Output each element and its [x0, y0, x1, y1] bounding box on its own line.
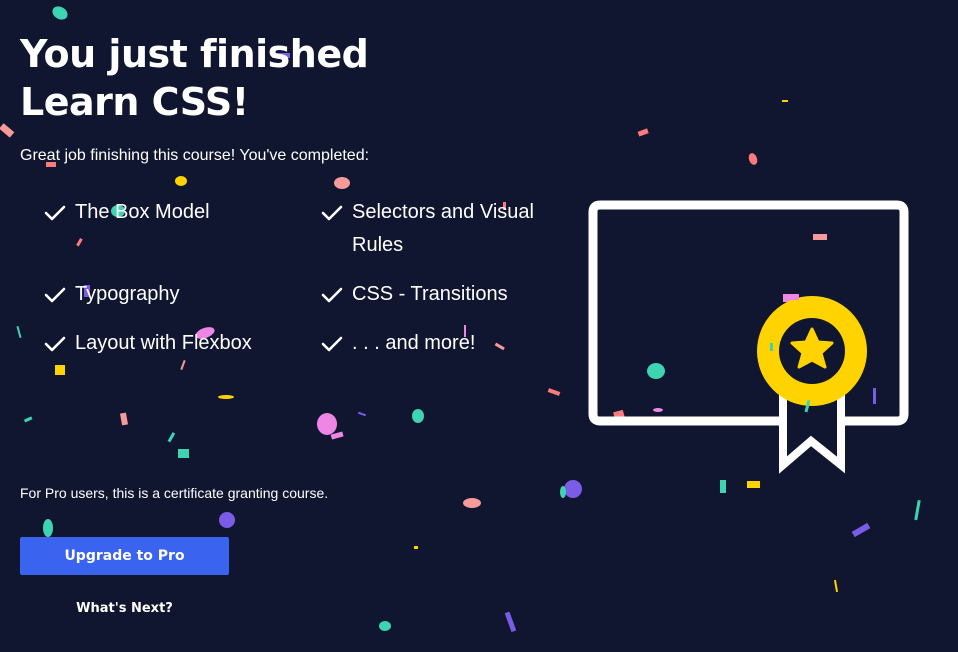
check-icon — [44, 327, 68, 360]
award-ribbon-icon — [757, 296, 867, 474]
page-title-line-2: Learn CSS! — [20, 80, 249, 124]
upgrade-to-pro-button[interactable]: Upgrade to Pro — [20, 537, 229, 575]
completed-topic-item: Layout with Flexbox — [44, 327, 321, 360]
completed-topic-item: Selectors and Visual Rules — [321, 196, 584, 262]
check-icon — [321, 278, 345, 311]
completed-topic-item: CSS - Transitions — [321, 278, 584, 311]
page-title-line-1: You just finished — [20, 32, 369, 76]
check-icon — [44, 196, 68, 229]
completed-topic-item: . . . and more! — [321, 327, 584, 360]
completed-topic-item: The Box Model — [44, 196, 321, 262]
completed-topic-item: Typography — [44, 278, 321, 311]
check-icon — [321, 196, 345, 229]
completed-topic-label: Typography — [75, 283, 180, 305]
completed-topic-label: Layout with Flexbox — [75, 332, 252, 354]
completed-topics-list: The Box Model Selectors and Visual Rules… — [44, 196, 584, 360]
completed-topic-label: CSS - Transitions — [352, 283, 508, 305]
completion-intro-text: Great job finishing this course! You've … — [20, 147, 370, 164]
whats-next-link[interactable]: What's Next? — [20, 600, 229, 618]
completed-topic-label: . . . and more! — [352, 332, 476, 354]
page-title: You just finished Learn CSS! — [20, 30, 440, 126]
completed-topic-label: The Box Model — [75, 201, 210, 223]
pro-certificate-note: For Pro users, this is a certificate gra… — [20, 485, 329, 501]
check-icon — [44, 278, 68, 311]
completed-topic-label: Selectors and Visual Rules — [352, 201, 534, 256]
certificate-icon — [588, 200, 909, 474]
check-icon — [321, 327, 345, 360]
